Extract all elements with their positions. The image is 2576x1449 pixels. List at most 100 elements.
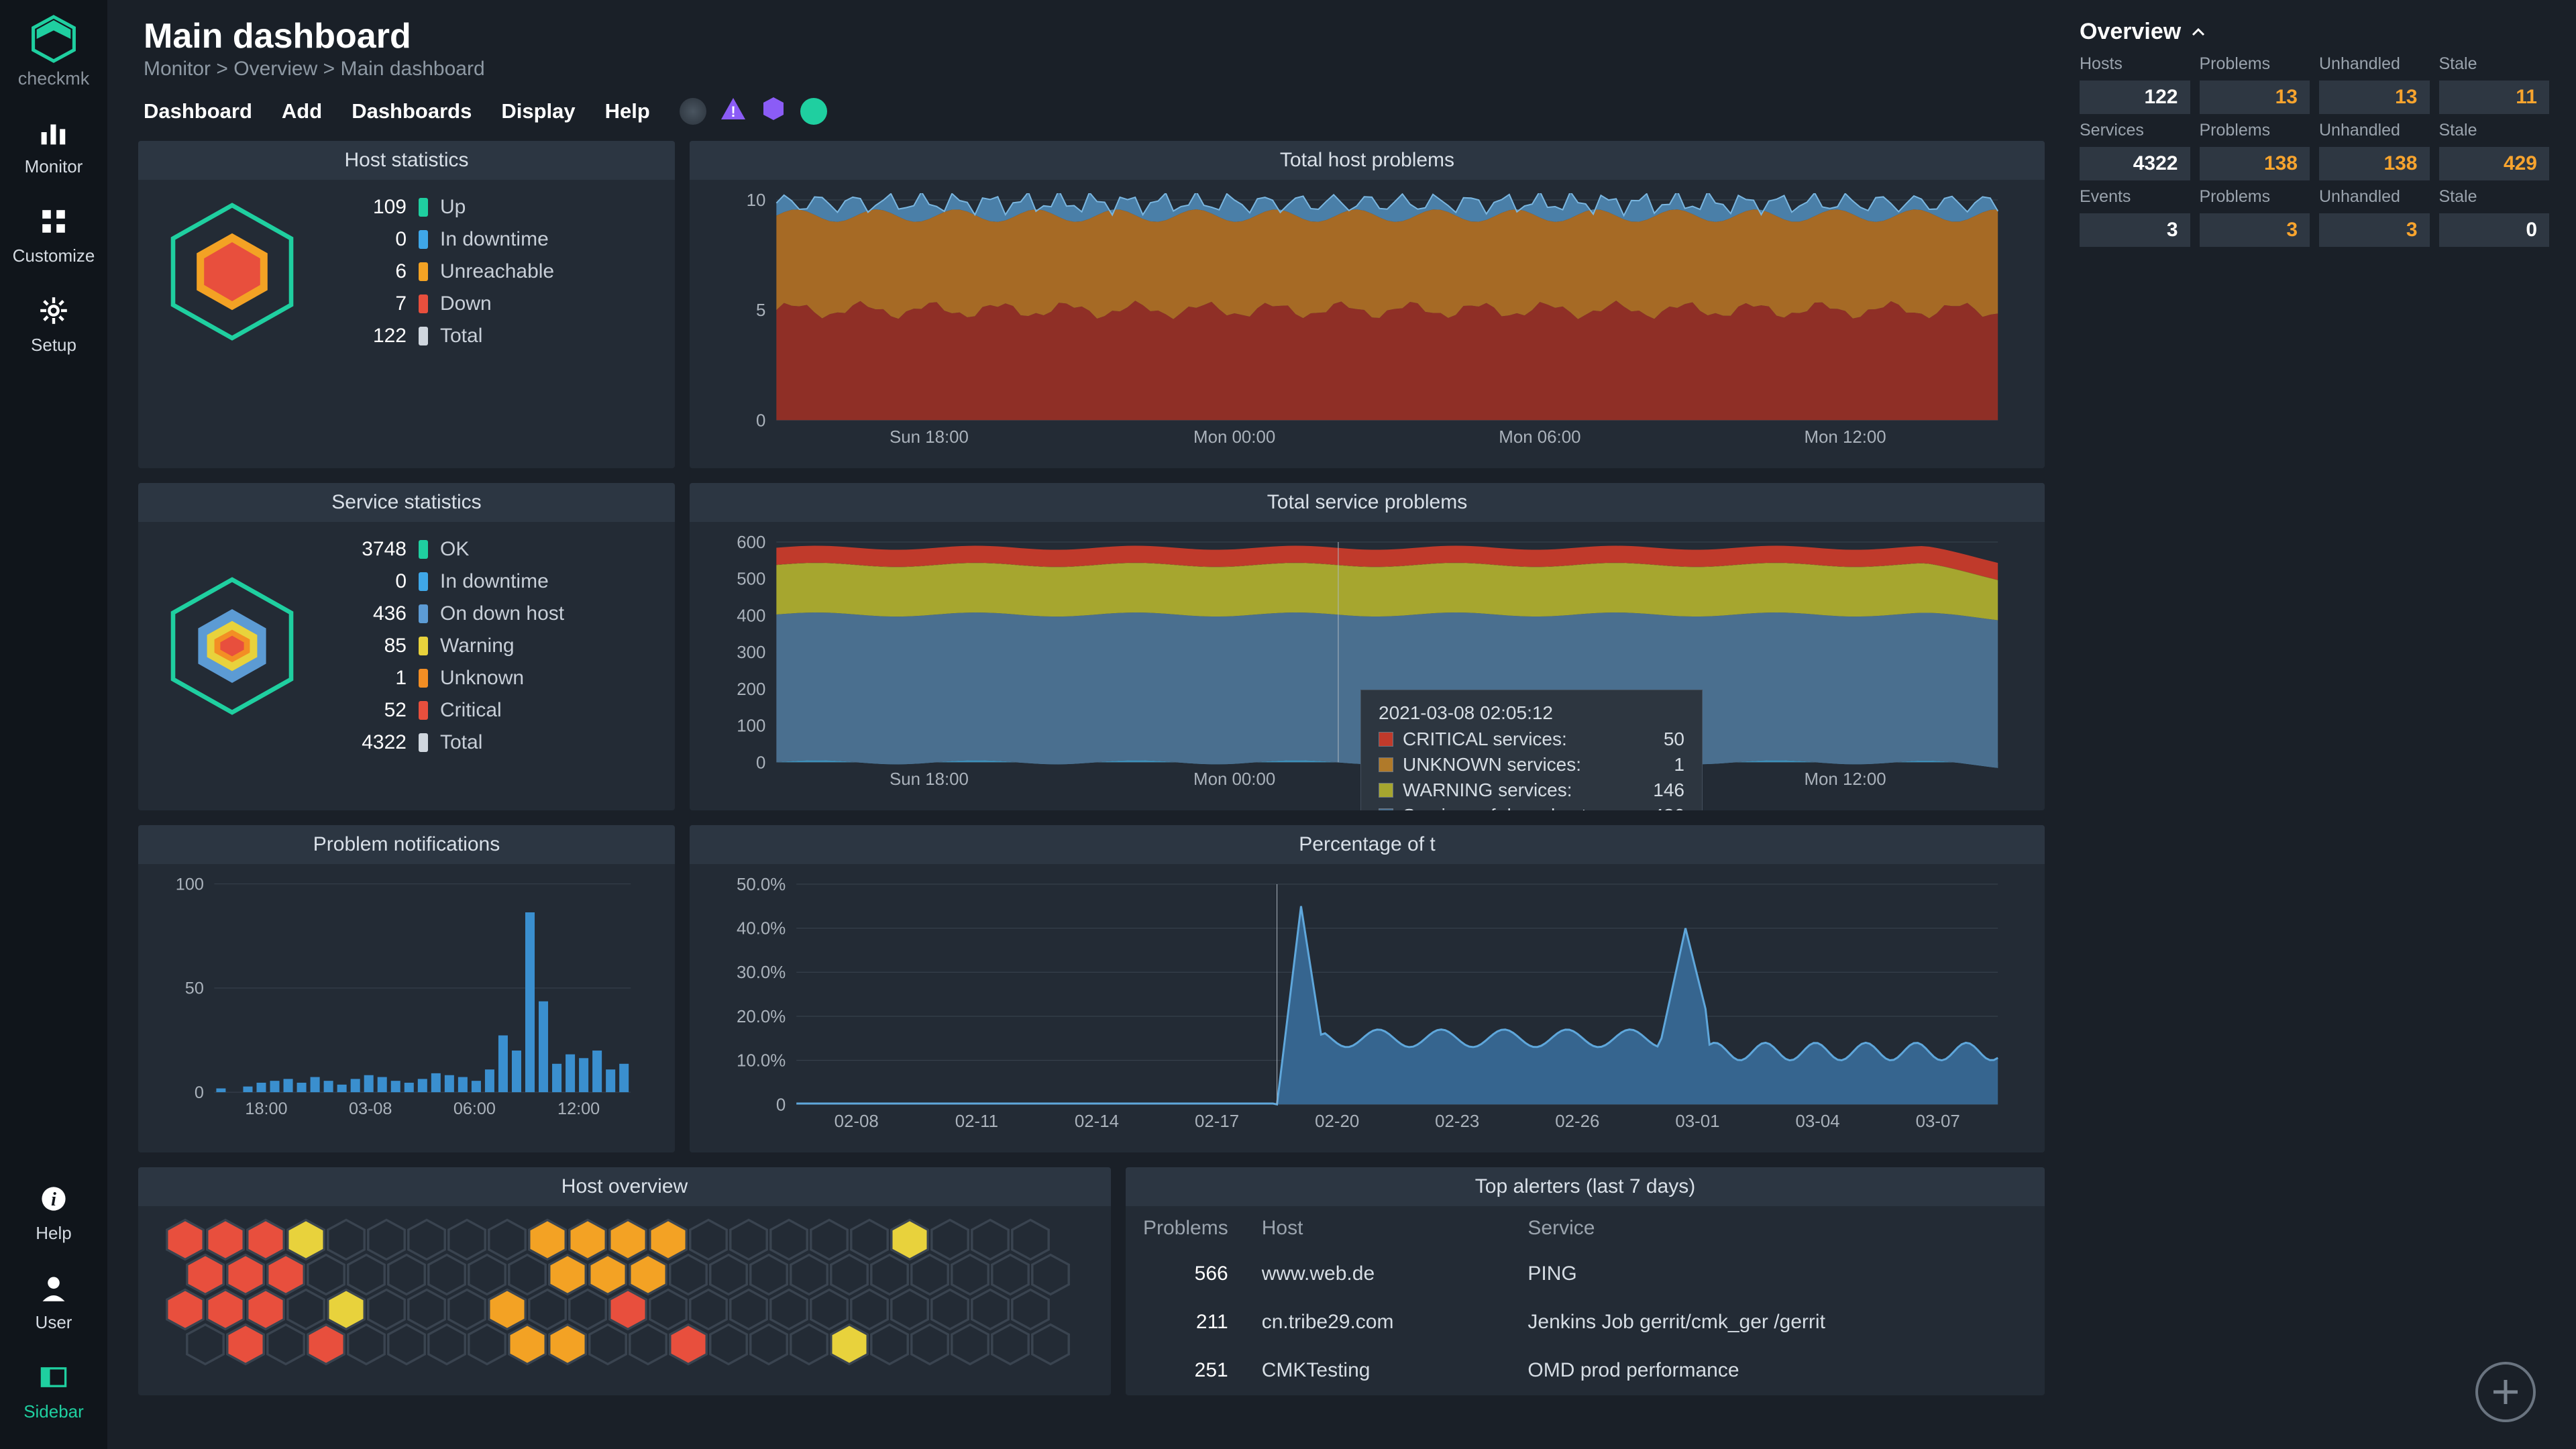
- overview-value[interactable]: 138: [2200, 147, 2310, 180]
- svg-text:Mon 12:00: Mon 12:00: [1804, 770, 1886, 789]
- svg-text:Mon 00:00: Mon 00:00: [1193, 428, 1275, 447]
- svg-text:!: !: [731, 103, 735, 120]
- svg-text:100: 100: [176, 877, 204, 894]
- overview-value[interactable]: 4322: [2080, 147, 2190, 180]
- sidebar-item-monitor[interactable]: Monitor: [25, 115, 83, 177]
- svg-text:Sun 18:00: Sun 18:00: [890, 428, 969, 447]
- host-hex[interactable]: [507, 1327, 547, 1362]
- host-hex[interactable]: [829, 1327, 869, 1362]
- svg-text:03-01: 03-01: [1675, 1112, 1719, 1131]
- table-row[interactable]: 566www.web.dePING: [1127, 1250, 2043, 1297]
- svg-text:0: 0: [756, 753, 765, 772]
- svg-text:300: 300: [737, 643, 765, 662]
- table-row[interactable]: 211cn.tribe29.comJenkins Job gerrit/cmk_…: [1127, 1299, 2043, 1346]
- host-hex[interactable]: [225, 1327, 266, 1362]
- warning-triangle-icon[interactable]: !: [720, 95, 747, 127]
- overview-toggle[interactable]: Overview: [2080, 19, 2549, 45]
- table-row[interactable]: 251CMKTestingOMD prod performance: [1127, 1347, 2043, 1394]
- overview-value[interactable]: 429: [2439, 147, 2550, 180]
- toolbar-dashboards[interactable]: Dashboards: [352, 99, 472, 123]
- overview-value[interactable]: 122: [2080, 80, 2190, 114]
- stats-row[interactable]: 0In downtime: [339, 228, 554, 251]
- overview-label: Unhandled: [2319, 187, 2430, 207]
- host-hex[interactable]: [950, 1327, 990, 1362]
- host-hex[interactable]: [668, 1327, 708, 1362]
- toolbar-dashboard[interactable]: Dashboard: [144, 99, 252, 123]
- host-hex[interactable]: [708, 1327, 749, 1362]
- svg-text:02-20: 02-20: [1315, 1112, 1359, 1131]
- globe-icon[interactable]: [680, 98, 706, 125]
- overview-value[interactable]: 3: [2200, 213, 2310, 247]
- panel-top-alerters: Top alerters (last 7 days) Problems Host…: [1126, 1167, 2045, 1395]
- chart-total-host-problems[interactable]: 0510Sun 18:00Mon 00:00Mon 06:00Mon 12:00: [696, 193, 2018, 460]
- host-hex[interactable]: [869, 1327, 910, 1362]
- sidebar-item-sidebar-toggle[interactable]: Sidebar: [23, 1360, 84, 1422]
- toolbar-add[interactable]: Add: [282, 99, 322, 123]
- host-hex[interactable]: [346, 1327, 386, 1362]
- sidebar-item-setup[interactable]: Setup: [31, 293, 76, 356]
- grid-icon: [36, 204, 71, 239]
- gear-icon: [36, 293, 71, 328]
- host-hex[interactable]: [588, 1327, 628, 1362]
- overview-pane: Overview HostsProblemsUnhandledStale1221…: [2080, 19, 2549, 247]
- panel-host-overview: Host overview: [138, 1167, 1111, 1395]
- stats-row[interactable]: 0In downtime: [339, 570, 564, 593]
- host-hex[interactable]: [628, 1327, 668, 1362]
- overview-value[interactable]: 3: [2319, 213, 2430, 247]
- stats-row[interactable]: 85Warning: [339, 635, 564, 657]
- stats-row[interactable]: 122Total: [339, 325, 554, 347]
- chart-problem-notifications[interactable]: 05010018:0003-0806:0012:00: [145, 877, 648, 1138]
- svg-text:50: 50: [185, 979, 204, 998]
- host-hex[interactable]: [547, 1327, 588, 1362]
- toolbar-display[interactable]: Display: [501, 99, 575, 123]
- overview-value[interactable]: 3: [2080, 213, 2190, 247]
- stats-row[interactable]: 436On down host: [339, 602, 564, 625]
- host-hex[interactable]: [185, 1327, 225, 1362]
- host-hex[interactable]: [386, 1327, 427, 1362]
- overview-value[interactable]: 11: [2439, 80, 2550, 114]
- stats-row[interactable]: 109Up: [339, 196, 554, 219]
- host-overview-hexgrid[interactable]: [138, 1206, 1111, 1382]
- chart-percentage[interactable]: 010.0%20.0%30.0%40.0%50.0%02-0802-1102-1…: [696, 877, 2018, 1144]
- host-hex[interactable]: [990, 1327, 1030, 1362]
- host-hex[interactable]: [427, 1327, 467, 1362]
- host-hex[interactable]: [910, 1327, 950, 1362]
- sidebar-item-user[interactable]: User: [36, 1271, 72, 1333]
- stats-row[interactable]: 52Critical: [339, 699, 564, 722]
- svg-text:i: i: [51, 1189, 56, 1210]
- overview-value[interactable]: 0: [2439, 213, 2550, 247]
- overview-label: Services: [2080, 121, 2190, 140]
- plus-icon: [2488, 1375, 2523, 1409]
- dashboard-grid: Host statistics 109Up0In downtime6Unreac…: [107, 141, 2576, 1449]
- host-hex[interactable]: [467, 1327, 507, 1362]
- host-hex[interactable]: [306, 1327, 346, 1362]
- green-status-icon[interactable]: [800, 98, 827, 125]
- svg-text:02-23: 02-23: [1435, 1112, 1479, 1131]
- svg-text:10.0%: 10.0%: [737, 1052, 786, 1071]
- overview-value[interactable]: 13: [2200, 80, 2310, 114]
- stats-row[interactable]: 3748OK: [339, 538, 564, 561]
- stats-row[interactable]: 6Unreachable: [339, 260, 554, 283]
- panel-percentage: Percentage of t 010.0%20.0%30.0%40.0%50.…: [690, 825, 2045, 1152]
- tooltip-timestamp: 2021-03-08 02:05:12: [1379, 702, 1684, 724]
- host-hex[interactable]: [1030, 1327, 1071, 1362]
- hex-status-icon[interactable]: [760, 95, 787, 127]
- stats-row[interactable]: 4322Total: [339, 731, 564, 754]
- stats-row[interactable]: 7Down: [339, 292, 554, 315]
- sidebar-item-help[interactable]: i Help: [36, 1181, 71, 1244]
- overview-value[interactable]: 138: [2319, 147, 2430, 180]
- panel-service-statistics: Service statistics 3748OK0In downtime436…: [138, 483, 675, 810]
- sidebar: checkmk Monitor Customize Setup i Help U…: [0, 0, 107, 1449]
- overview-value[interactable]: 13: [2319, 80, 2430, 114]
- host-hex[interactable]: [789, 1327, 829, 1362]
- toolbar-help[interactable]: Help: [605, 99, 650, 123]
- sidebar-item-customize[interactable]: Customize: [13, 204, 95, 266]
- host-hex[interactable]: [266, 1327, 306, 1362]
- bars-icon: [36, 115, 71, 150]
- panel-total-service-problems: Total service problems 01002003004005006…: [690, 483, 2045, 810]
- host-hex[interactable]: [749, 1327, 789, 1362]
- stats-row[interactable]: 1Unknown: [339, 667, 564, 690]
- add-fab-button[interactable]: [2475, 1362, 2536, 1422]
- chart-total-service-problems[interactable]: 0100200300400500600Sun 18:00Mon 00:00Mon…: [696, 535, 2018, 802]
- overview-label: Events: [2080, 187, 2190, 207]
